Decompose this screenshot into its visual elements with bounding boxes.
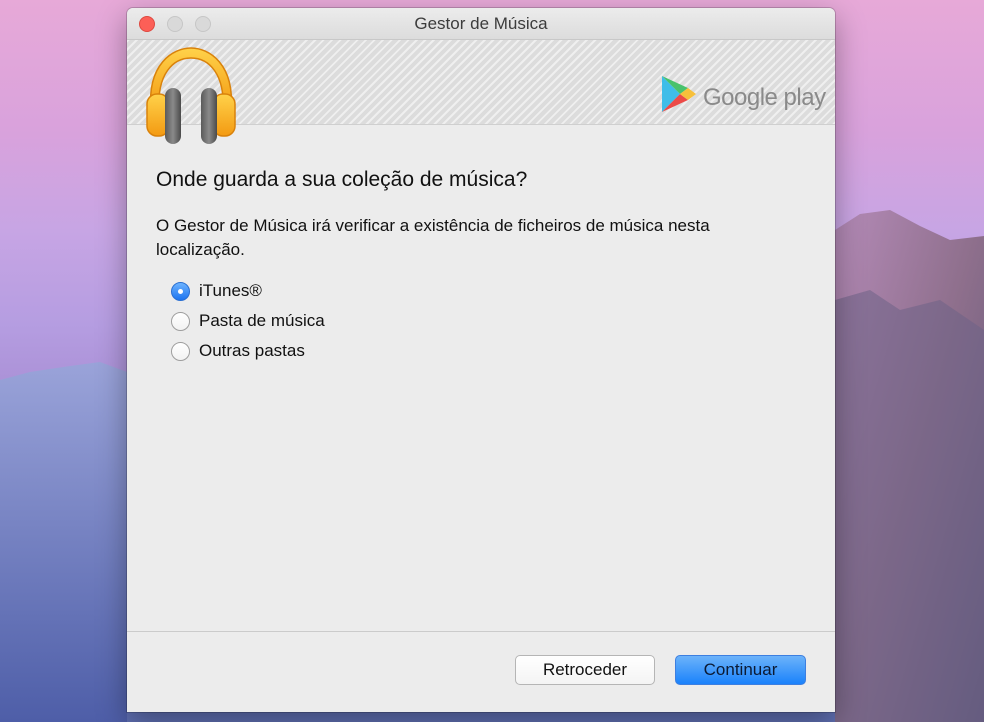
headphones-icon (146, 47, 236, 144)
music-manager-window: Gestor de Música Google play Onde guarda… (127, 8, 835, 712)
page-heading: Onde guarda a sua coleção de música? (156, 168, 528, 191)
back-button[interactable]: Retroceder (515, 655, 655, 685)
footer-divider (127, 631, 835, 632)
option-other-folders[interactable]: Outras pastas (171, 339, 305, 363)
google-play-icon (662, 76, 696, 112)
music-folder-radio[interactable] (171, 311, 190, 331)
google-play-wordmark: Google play (703, 84, 826, 111)
other-folders-radio[interactable] (171, 341, 190, 361)
option-label: Outras pastas (199, 341, 305, 360)
description-text: O Gestor de Música irá verificar a exist… (156, 216, 710, 259)
option-label: Pasta de música (199, 311, 325, 330)
itunes-radio[interactable] (171, 281, 190, 301)
option-label: iTunes® (199, 281, 262, 300)
titlebar: Gestor de Música (127, 8, 835, 40)
option-music-folder[interactable]: Pasta de música (171, 309, 325, 333)
continue-button[interactable]: Continuar (675, 655, 806, 685)
option-itunes[interactable]: iTunes® (171, 279, 262, 303)
window-title: Gestor de Música (414, 14, 548, 33)
header-banner: Google play (127, 40, 835, 144)
